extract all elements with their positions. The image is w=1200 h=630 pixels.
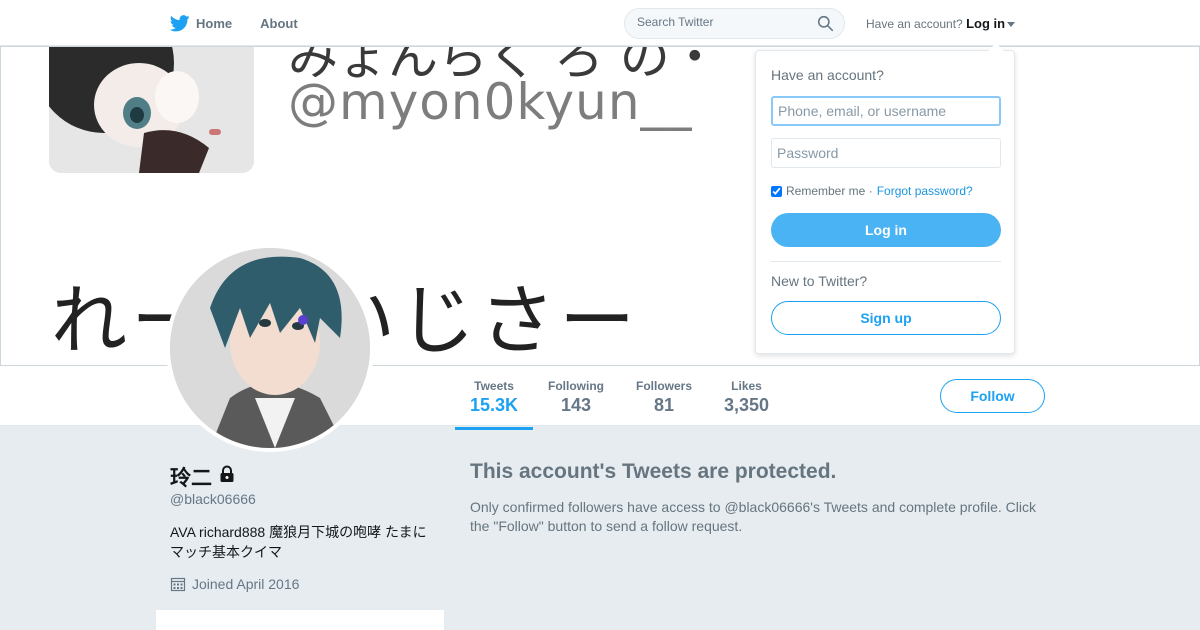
profile-handle[interactable]: @black06666 [170, 491, 256, 507]
profile-bio: AVA richard888 魔狼月下城の咆哮 たまにマッチ基本クイマ [170, 524, 427, 560]
twitter-bird-icon [170, 14, 190, 31]
remember-label: Remember me · [786, 184, 873, 198]
stat-followers-value: 81 [653, 395, 675, 415]
calendar-icon [170, 577, 186, 592]
signup-button[interactable]: Sign up [771, 301, 1001, 335]
have-account-area: Have an account? Log in [866, 16, 1016, 31]
profile-name: 玲二 [170, 462, 236, 492]
stat-tweets[interactable]: Tweets 15.3K [454, 379, 534, 430]
protected-title: This account's Tweets are protected. [470, 460, 837, 483]
nav-home-label: Home [196, 15, 233, 31]
stat-following[interactable]: Following 143 [548, 379, 604, 416]
lock-icon [218, 465, 236, 489]
protected-text: Only confirmed followers have access to … [470, 499, 1037, 534]
have-account-text: Have an account? [866, 17, 963, 31]
stat-followers[interactable]: Followers 81 [636, 379, 692, 416]
nav-about[interactable]: About [260, 16, 298, 31]
joined-date: Joined April 2016 [170, 576, 299, 592]
login-button[interactable]: Log in [771, 213, 1001, 247]
joined-text: Joined April 2016 [192, 576, 300, 592]
login-toggle[interactable]: Log in [966, 16, 1016, 31]
nav-home[interactable]: Home [170, 14, 233, 32]
nav-about-label: About [260, 15, 298, 31]
nav-left: Home About [170, 0, 326, 46]
search-icon[interactable] [817, 15, 834, 37]
search-box [624, 8, 845, 39]
stat-likes-value: 3,350 [724, 395, 770, 415]
follow-button[interactable]: Follow [940, 379, 1045, 413]
search-input[interactable] [637, 15, 807, 29]
avatar-image [170, 248, 370, 448]
caret-down-icon [1007, 22, 1016, 28]
profile-name-text: 玲二 [170, 467, 212, 490]
dropdown-title: Have an account? [771, 67, 884, 83]
stat-following-label: Following [548, 379, 604, 393]
top-navigation-bar: Home About Have an account? Log in [0, 0, 1200, 46]
stat-followers-label: Followers [636, 379, 693, 393]
stat-following-value: 143 [560, 395, 592, 415]
divider [771, 261, 1001, 262]
stat-tweets-label: Tweets [474, 379, 514, 393]
login-dropdown: Have an account? Remember me · Forgot pa… [755, 43, 1015, 354]
new-to-twitter-text: New to Twitter? [771, 273, 868, 289]
avatar[interactable] [166, 244, 374, 452]
stat-likes[interactable]: Likes 3,350 [724, 379, 769, 416]
banner-handle-text: @myon0kyun__ [288, 73, 693, 131]
login-toggle-label: Log in [966, 16, 1006, 31]
sidebar-card [156, 610, 444, 630]
banner-character-image [49, 47, 254, 173]
username-field[interactable] [771, 96, 1001, 126]
password-field[interactable] [771, 138, 1001, 168]
remember-row: Remember me · Forgot password? [771, 184, 973, 198]
forgot-password-link[interactable]: Forgot password? [877, 184, 973, 198]
stat-tweets-value: 15.3K [470, 395, 519, 415]
stat-likes-label: Likes [731, 379, 762, 393]
remember-checkbox[interactable] [771, 185, 782, 197]
